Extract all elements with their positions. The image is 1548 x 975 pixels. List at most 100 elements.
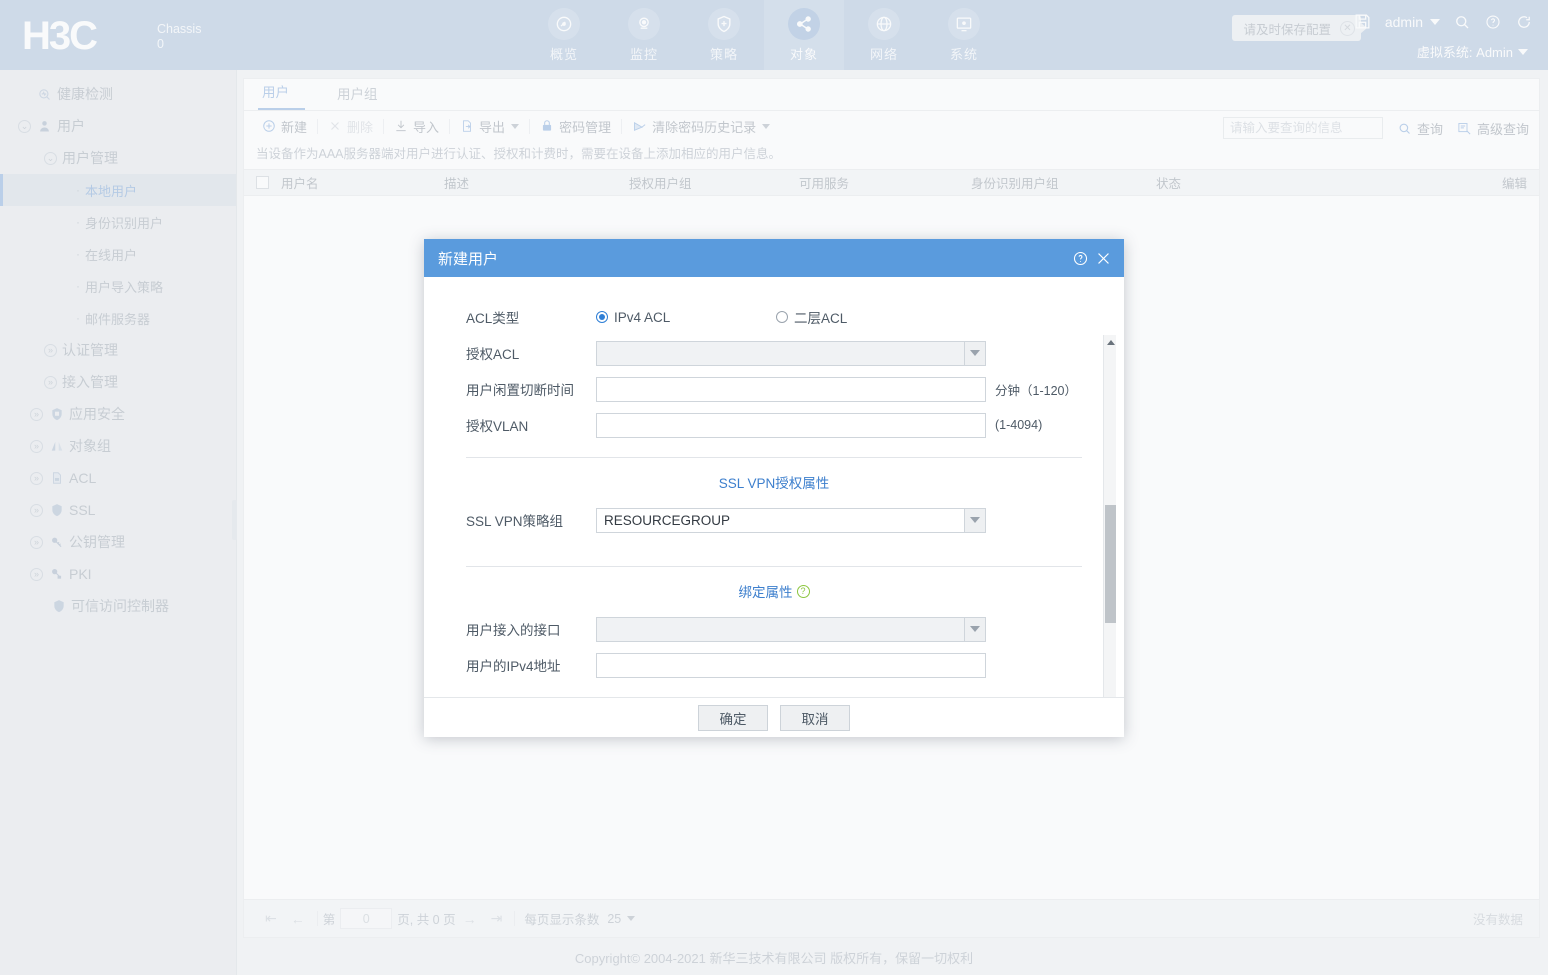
chevron-down-icon[interactable] <box>964 616 986 642</box>
chevron-down-icon[interactable]: ⌄ <box>44 151 57 165</box>
chassis-info: Chassis 0 <box>157 22 201 52</box>
clear-password-history-button[interactable]: 清除密码历史记录 <box>624 117 778 136</box>
save-icon[interactable] <box>1353 12 1372 31</box>
nav-item-overview[interactable]: 概览 <box>524 0 604 70</box>
chevron-right-icon[interactable]: » <box>30 407 43 421</box>
chevron-down-icon[interactable]: ⌄ <box>18 119 31 133</box>
first-page-icon[interactable]: ⇤ <box>258 910 284 927</box>
import-button[interactable]: 导入 <box>386 117 447 136</box>
help-icon[interactable] <box>1484 13 1502 31</box>
cancel-button[interactable]: 取消 <box>780 704 850 731</box>
sslvpn-group-select[interactable]: RESOURCEGROUP <box>596 507 986 533</box>
globe-icon <box>868 8 900 40</box>
logout-icon[interactable] <box>1515 13 1533 31</box>
next-page-icon[interactable]: → <box>456 911 484 927</box>
radio-icon <box>596 311 608 323</box>
select-all-checkbox[interactable] <box>256 176 269 189</box>
sidebar-item-app-security[interactable]: » 应用安全 <box>0 398 237 430</box>
idle-cut-input[interactable] <box>596 376 986 402</box>
prev-page-icon[interactable]: ← <box>284 911 312 927</box>
sidebar-item-label: 用户导入策略 <box>85 279 164 295</box>
sidebar-item-user[interactable]: ⌄ 用户 <box>0 110 237 142</box>
sidebar-item-pki[interactable]: » PKI <box>0 558 237 590</box>
sidebar-item-acl[interactable]: » ACL <box>0 462 237 494</box>
radio-ipv4-acl[interactable]: IPv4 ACL <box>596 310 776 325</box>
admin-menu[interactable]: admin <box>1385 14 1440 30</box>
sidebar-item-user-import-policy[interactable]: · 用户导入策略 <box>0 270 237 302</box>
chevron-down-icon[interactable] <box>964 340 986 366</box>
chevron-right-icon[interactable]: » <box>30 535 43 549</box>
nav-item-policy[interactable]: 策略 <box>684 0 764 70</box>
delete-button[interactable]: 删除 <box>320 117 381 136</box>
search-input[interactable] <box>1222 117 1383 139</box>
sidebar-item-label: 可信访问控制器 <box>71 598 169 614</box>
sidebar-item-user-management[interactable]: ⌄ 用户管理 <box>0 142 237 174</box>
sidebar-item-label: 健康检测 <box>57 86 113 102</box>
sidebar-item-mail-server[interactable]: · 邮件服务器 <box>0 302 237 334</box>
lock-icon <box>540 119 554 133</box>
sidebar-item-object-group[interactable]: » 对象组 <box>0 430 237 462</box>
close-icon[interactable] <box>1095 250 1112 267</box>
nav-item-object[interactable]: 对象 <box>764 0 844 70</box>
admin-name: admin <box>1384 13 1423 30</box>
dialog-scrollbar[interactable] <box>1103 335 1116 697</box>
query-button[interactable]: 查询 <box>1397 119 1443 138</box>
chevron-right-icon[interactable]: » <box>44 343 57 357</box>
dialog-footer: 确定 取消 <box>424 697 1124 737</box>
sidebar-item-public-key-management[interactable]: » 公钥管理 <box>0 526 237 558</box>
per-page-selector[interactable]: 25 <box>607 911 636 926</box>
nav-item-monitor[interactable]: 监控 <box>604 0 684 70</box>
sidebar-item-online-user[interactable]: · 在线用户 <box>0 238 237 270</box>
app-header: H3C Chassis 0 概览 监控 策略 对象 网络 系统 请及时保存配置 … <box>0 0 1548 70</box>
sidebar-item-trusted-access-controller[interactable]: 可信访问控制器 <box>0 590 237 622</box>
bind-ipv4-input[interactable] <box>596 652 986 678</box>
chevron-down-icon <box>511 123 520 129</box>
column-header: 可用服务 <box>799 177 850 191</box>
last-page-icon[interactable]: ⇥ <box>484 910 510 927</box>
sidebar-item-auth-management[interactable]: » 认证管理 <box>0 334 237 366</box>
radio-layer2-acl[interactable]: 二层ACL <box>776 307 847 327</box>
sidebar-item-identity-user[interactable]: · 身份识别用户 <box>0 206 237 238</box>
sidebar-item-local-user[interactable]: · 本地用户 <box>0 174 237 206</box>
tab-user[interactable]: 用户 <box>258 81 305 110</box>
new-button[interactable]: 新建 <box>254 117 315 136</box>
sidebar-item-label: 应用安全 <box>69 406 125 422</box>
radio-label: IPv4 ACL <box>614 309 671 325</box>
scrollbar-thumb[interactable] <box>1105 505 1116 623</box>
tab-user-group[interactable]: 用户组 <box>333 83 394 110</box>
help-icon[interactable]: ? <box>796 584 810 598</box>
nav-item-network[interactable]: 网络 <box>844 0 924 70</box>
per-page-value: 25 <box>607 911 622 926</box>
divider <box>317 118 319 134</box>
page-number-input[interactable] <box>340 908 393 929</box>
shield-plus-icon <box>708 8 740 40</box>
chevron-right-icon[interactable]: » <box>30 439 43 453</box>
vsys-selector[interactable]: 虚拟系统: Admin <box>1417 42 1528 61</box>
bind-ipv4-label: 用户的IPv4地址 <box>466 659 561 674</box>
sidebar-resize-handle[interactable] <box>232 500 237 540</box>
dialog-body: ACL类型 IPv4 ACL 二层ACL 授权ACL 用户闲置切断时间 分钟（1… <box>424 277 1124 697</box>
scroll-up-icon[interactable] <box>1104 335 1117 349</box>
password-management-button[interactable]: 密码管理 <box>532 117 619 136</box>
sidebar-item-health-check[interactable]: 健康检测 <box>0 78 237 110</box>
sidebar-item-access-management[interactable]: » 接入管理 <box>0 366 237 398</box>
advanced-query-button[interactable]: 高级查询 <box>1457 119 1529 138</box>
dialog-header: 新建用户 <box>424 239 1124 277</box>
nav-item-system[interactable]: 系统 <box>924 0 1004 70</box>
auth-acl-select[interactable] <box>596 340 986 366</box>
bind-interface-select[interactable] <box>596 616 986 642</box>
export-button[interactable]: 导出 <box>452 117 527 136</box>
chevron-right-icon[interactable]: » <box>30 503 43 517</box>
chevron-down-icon[interactable] <box>964 507 986 533</box>
bind-section-title: 绑定属性 ? <box>424 567 1124 611</box>
bullet-icon: · <box>76 279 80 293</box>
search-icon[interactable] <box>1453 13 1471 31</box>
chevron-right-icon[interactable]: » <box>44 375 57 389</box>
auth-vlan-input[interactable] <box>596 412 986 438</box>
ok-button[interactable]: 确定 <box>698 704 768 731</box>
chevron-right-icon[interactable]: » <box>30 471 43 485</box>
help-icon[interactable] <box>1072 250 1089 267</box>
chevron-right-icon[interactable]: » <box>30 567 43 581</box>
search-zone: 查询 高级查询 <box>1222 117 1529 139</box>
sidebar-item-ssl[interactable]: » SSL <box>0 494 237 526</box>
